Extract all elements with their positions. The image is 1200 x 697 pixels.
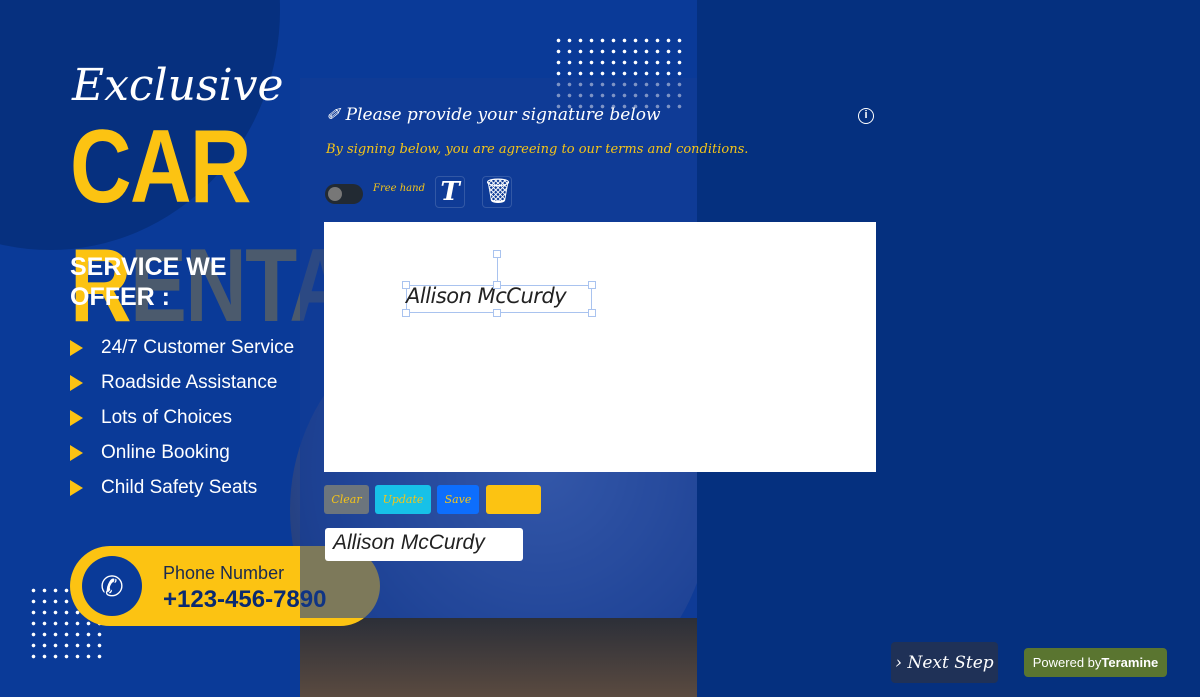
triangle-icon — [70, 409, 83, 426]
text-tool-button[interactable]: T — [435, 176, 465, 208]
update-button[interactable]: Update — [375, 485, 431, 514]
signature-title: ✐ Please provide your signature below — [326, 105, 661, 125]
signature-canvas[interactable]: Allison McCurdy — [324, 222, 876, 472]
list-item: Lots of Choices — [70, 400, 294, 435]
brand-name: Teramine — [1101, 655, 1159, 670]
resize-handle[interactable] — [402, 309, 410, 317]
phone-icon: ✆ — [82, 556, 142, 616]
triangle-icon — [70, 339, 83, 356]
free-hand-toggle[interactable] — [325, 184, 363, 204]
list-item: Online Booking — [70, 435, 294, 470]
triangle-icon — [70, 444, 83, 461]
phone-label: Phone Number — [163, 563, 285, 583]
save-button[interactable]: Save — [437, 485, 479, 514]
free-hand-label: Free hand — [373, 183, 425, 194]
info-icon[interactable]: i — [858, 108, 874, 124]
next-label: Next Step — [907, 652, 994, 673]
road-image — [300, 618, 697, 697]
list-item: Roadside Assistance — [70, 365, 294, 400]
rotate-handle[interactable] — [493, 250, 501, 258]
list-item: Child Safety Seats — [70, 470, 294, 505]
clear-button[interactable]: Clear — [324, 485, 369, 514]
ad-exclusive: Exclusive — [72, 60, 284, 111]
trash-icon[interactable]: 🗑 — [482, 176, 513, 208]
chevron-right-icon: › — [895, 652, 908, 673]
item-label: Roadside Assistance — [101, 371, 278, 393]
item-label: 24/7 Customer Service — [101, 336, 295, 358]
resize-handle[interactable] — [402, 281, 410, 289]
next-step-button[interactable]: › Next Step — [891, 642, 998, 683]
resize-handle[interactable] — [588, 281, 596, 289]
powered-label: Powered by — [1032, 655, 1102, 670]
item-label: Child Safety Seats — [101, 476, 258, 498]
service-list: 24/7 Customer Service Roadside Assistanc… — [70, 330, 294, 505]
triangle-icon — [70, 479, 83, 496]
item-label: Lots of Choices — [101, 406, 232, 428]
list-item: 24/7 Customer Service — [70, 330, 294, 365]
resize-handle[interactable] — [493, 281, 501, 289]
title-text: Please provide your signature below — [345, 105, 661, 125]
pen-icon: ✐ — [326, 105, 346, 125]
resize-handle[interactable] — [588, 309, 596, 317]
signature-text-object[interactable]: Allison McCurdy — [406, 284, 567, 308]
resize-handle[interactable] — [493, 309, 501, 317]
item-label: Online Booking — [101, 441, 230, 463]
powered-by-badge[interactable]: Powered by Teramine — [1024, 648, 1167, 677]
ad-service-heading: SERVICE WE OFFER : — [70, 253, 227, 311]
toggle-knob — [328, 187, 342, 201]
terms-text: By signing below, you are agreeing to ou… — [326, 142, 749, 157]
signature-preview: Allison McCurdy — [325, 528, 523, 561]
extra-button[interactable] — [486, 485, 541, 514]
triangle-icon — [70, 374, 83, 391]
